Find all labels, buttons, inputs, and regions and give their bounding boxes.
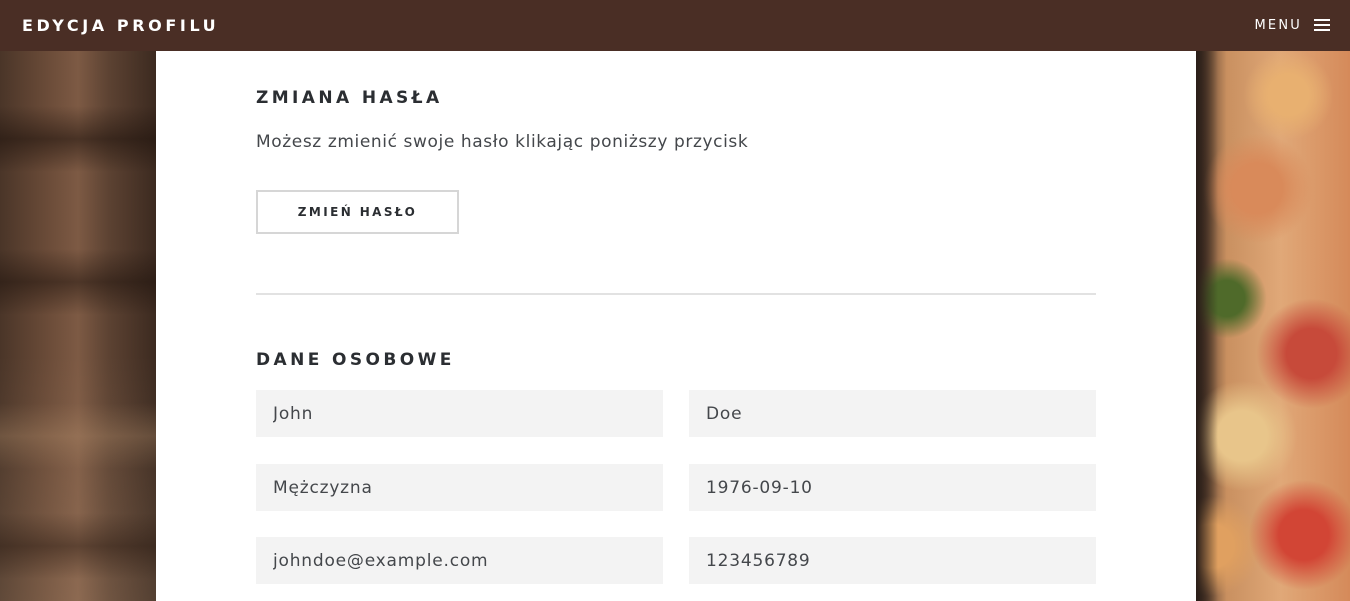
section-divider [256,293,1096,295]
hamburger-icon [1314,19,1330,32]
phone-field[interactable] [689,537,1096,584]
email-field[interactable] [256,537,663,584]
background-right [1196,51,1350,601]
personal-data-section-title: DANE OSOBOWE [256,350,455,370]
page-title: EDYCJA PROFILU [22,16,220,35]
last-name-field[interactable] [689,390,1096,437]
menu-label: MENU [1254,18,1302,33]
change-password-button[interactable]: ZMIEŃ HASŁO [256,190,459,234]
background-left [0,51,156,601]
menu-button[interactable]: MENU [1255,18,1330,33]
first-name-field[interactable] [256,390,663,437]
password-section-title: ZMIANA HASŁA [256,88,443,108]
password-description: Możesz zmienić swoje hasło klikając poni… [256,132,749,152]
profile-panel: ZMIANA HASŁA Możesz zmienić swoje hasło … [156,51,1196,601]
top-navbar: EDYCJA PROFILU MENU [0,0,1350,51]
gender-field[interactable] [256,464,663,511]
birth-date-field[interactable] [689,464,1096,511]
